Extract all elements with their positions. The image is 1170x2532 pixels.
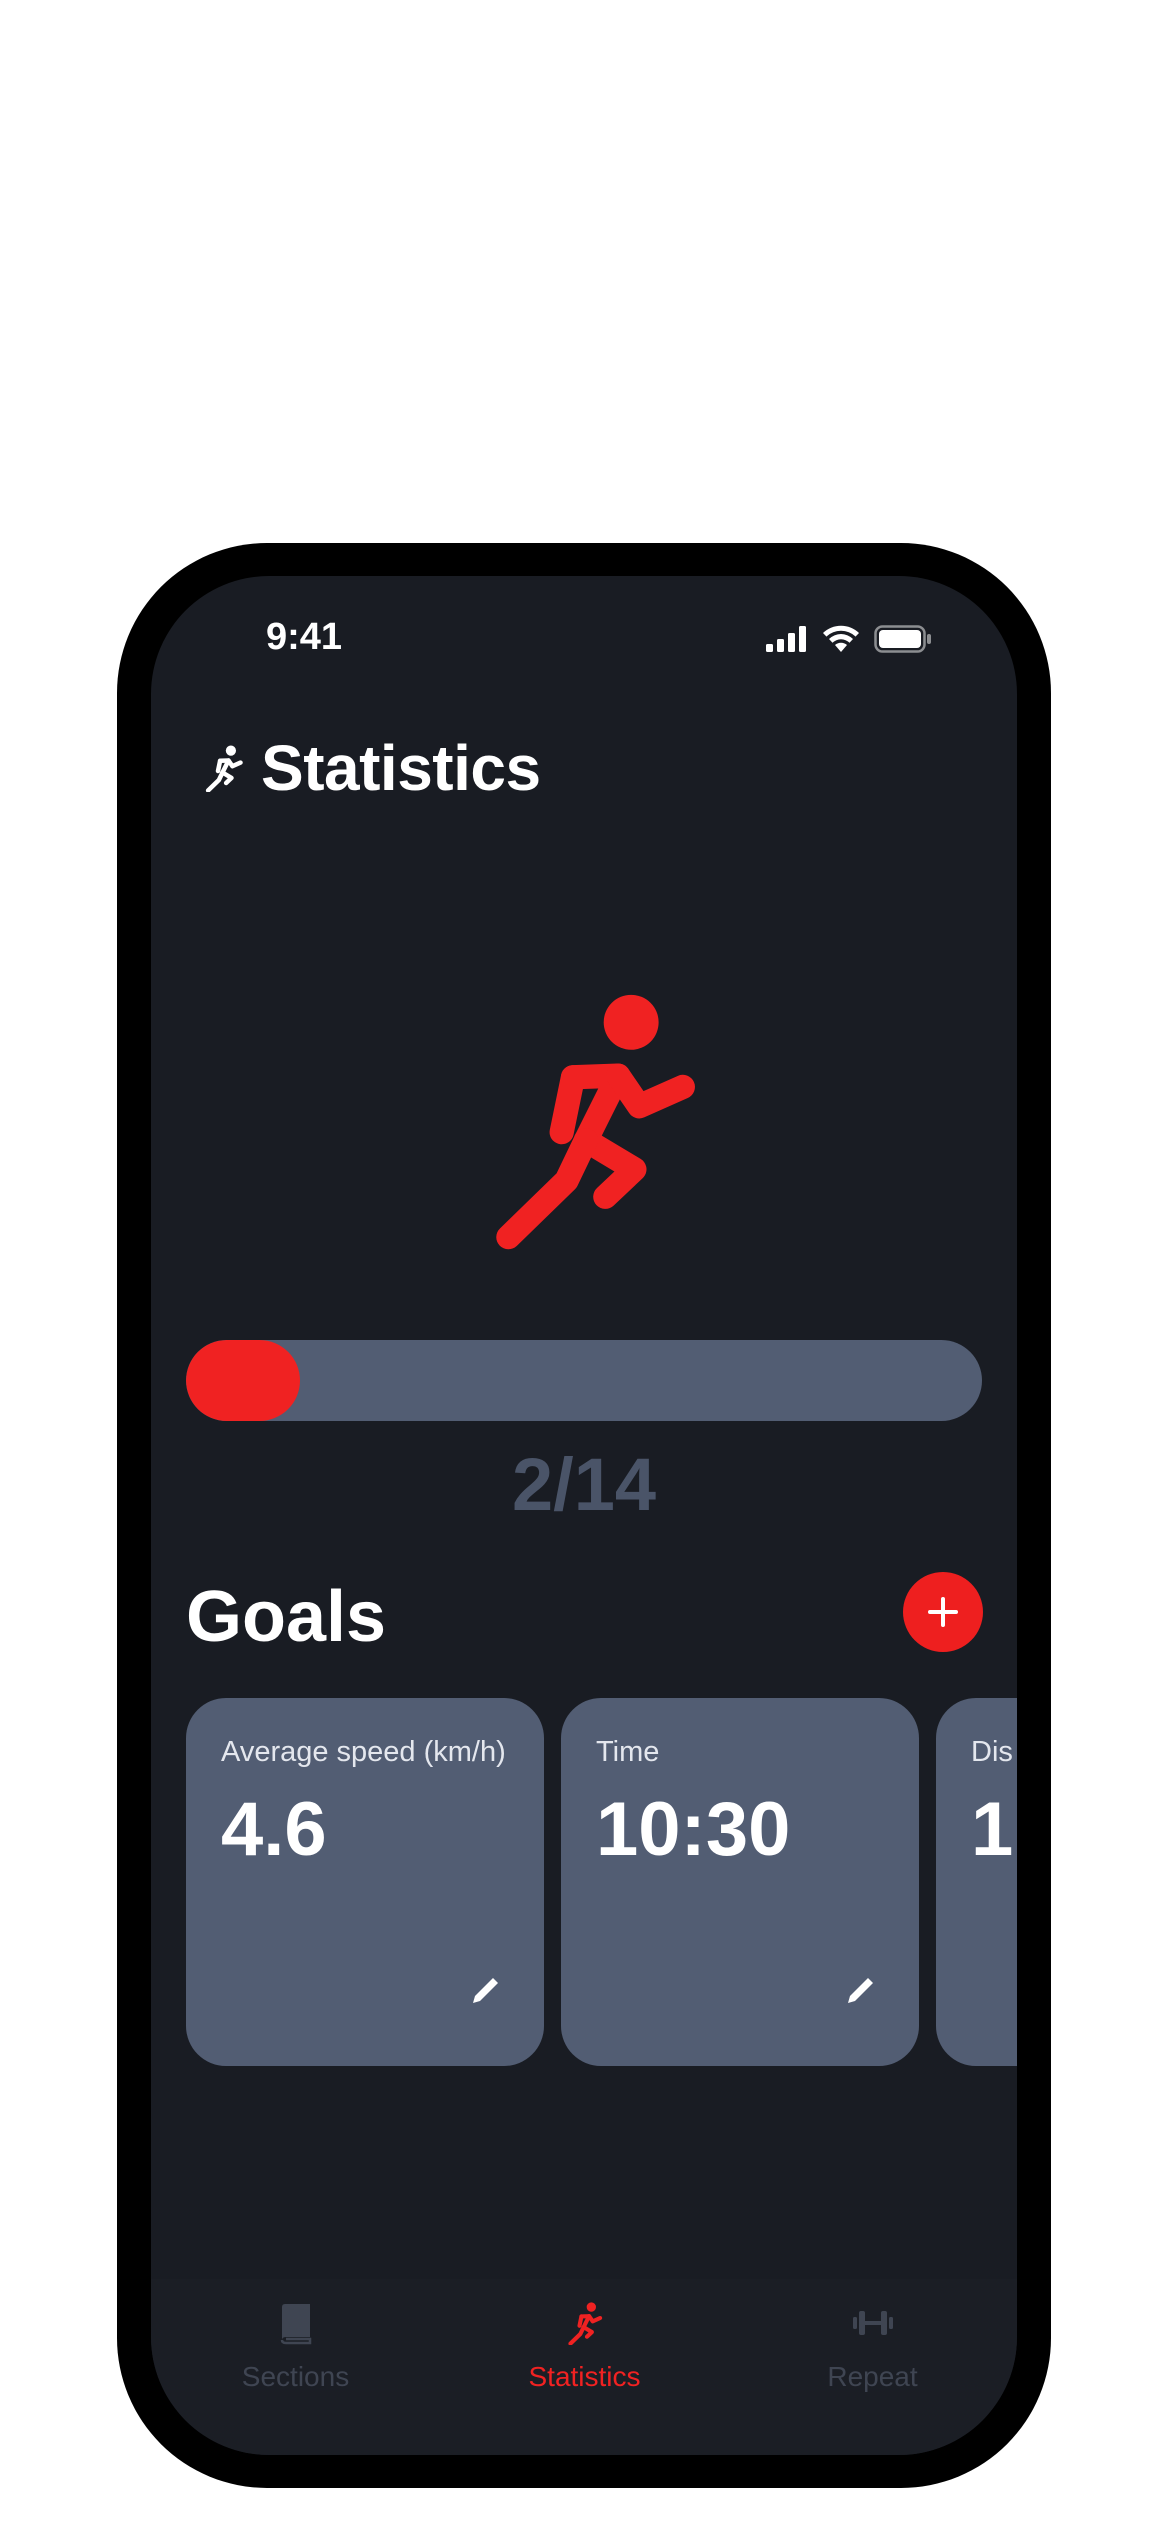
tab-repeat[interactable]: Repeat [728,2279,1017,2455]
goal-value: 10:30 [596,1787,791,1872]
goal-value: 1 [971,1787,1014,1872]
tab-label: Sections [241,2361,350,2392]
tab-statistics[interactable]: Statistics [440,2279,729,2455]
cellular-signal-icon [766,626,806,652]
phone-frame: 9:41 Statistics 2/14 Goals Average speed… [117,543,1051,2488]
status-icons [766,624,932,654]
app-screen: 9:41 Statistics 2/14 Goals Average speed… [151,576,1017,2455]
tab-label: Statistics [528,2361,641,2392]
goal-card-time[interactable]: Time 10:30 [561,1698,919,2066]
goal-label: Average speed (km/h) [221,1736,506,1768]
goal-label: Dis [971,1736,1013,1768]
goal-card-distance[interactable]: Dis 1 [936,1698,1017,2066]
pencil-icon[interactable] [469,1973,503,2007]
progress-fill [186,1340,300,1421]
goal-value: 4.6 [221,1787,327,1872]
bottom-tab-bar: Sections Statistics Repeat [151,2279,1017,2455]
tab-sections[interactable]: Sections [151,2279,440,2455]
wifi-icon [823,625,859,652]
running-icon [205,745,243,792]
running-icon [496,994,695,1250]
goals-title: Goals [186,1577,387,1657]
running-icon [567,2302,602,2345]
dumbbell-icon [852,2311,893,2335]
tab-label: Repeat [827,2361,918,2392]
battery-icon [874,625,931,653]
progress-bar [186,1340,982,1421]
goal-label: Time [596,1736,660,1768]
book-icon [280,2304,311,2345]
status-time: 9:41 [266,616,343,658]
page-header: Statistics [203,731,541,805]
page-title: Statistics [261,732,541,804]
progress-label: 2/14 [511,1443,657,1526]
goal-card-average-speed[interactable]: Average speed (km/h) 4.6 [186,1698,544,2066]
pencil-icon[interactable] [844,1973,878,2007]
add-goal-button[interactable] [903,1572,983,1652]
plus-icon [928,1597,958,1627]
